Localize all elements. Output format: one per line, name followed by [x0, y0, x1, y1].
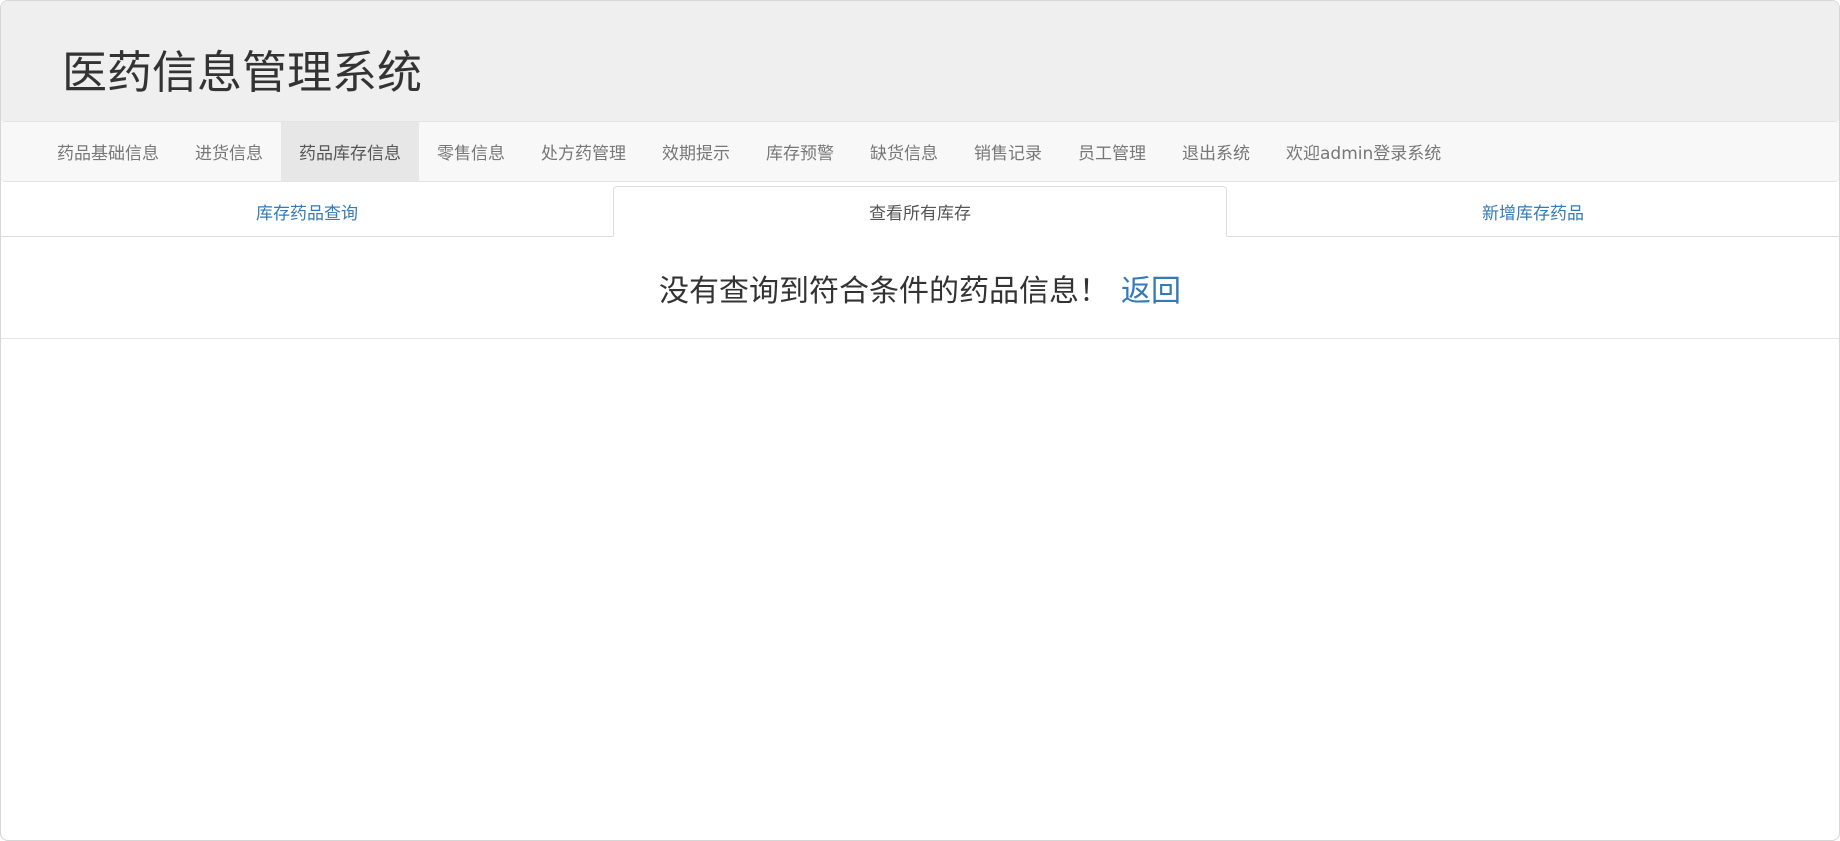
- tab-view-all-stock[interactable]: 查看所有库存: [613, 186, 1227, 237]
- nav-item-drug-stock-info[interactable]: 药品库存信息: [281, 122, 419, 181]
- header-banner: 医药信息管理系统: [1, 1, 1839, 121]
- nav-item-stock-warning[interactable]: 库存预警: [748, 122, 852, 181]
- nav-item-retail-info[interactable]: 零售信息: [419, 122, 523, 181]
- nav-item-purchase-info[interactable]: 进货信息: [177, 122, 281, 181]
- nav-item-out-of-stock[interactable]: 缺货信息: [852, 122, 956, 181]
- tab-add-stock-drug[interactable]: 新增库存药品: [1227, 186, 1839, 236]
- nav-list: 药品基础信息 进货信息 药品库存信息 零售信息 处方药管理 效期提示 库存预警 …: [1, 122, 1839, 181]
- nav-item-drug-basic-info[interactable]: 药品基础信息: [39, 122, 177, 181]
- nav-item-expiry-reminder[interactable]: 效期提示: [644, 122, 748, 181]
- nav-item-prescription-management[interactable]: 处方药管理: [523, 122, 644, 181]
- page-title: 医药信息管理系统: [62, 46, 423, 99]
- no-result-message: 没有查询到符合条件的药品信息！: [659, 273, 1109, 309]
- main-navbar: 药品基础信息 进货信息 药品库存信息 零售信息 处方药管理 效期提示 库存预警 …: [1, 121, 1839, 182]
- back-link[interactable]: 返回: [1121, 266, 1181, 310]
- nav-item-employee-management[interactable]: 员工管理: [1060, 122, 1164, 181]
- no-result-message-row: 没有查询到符合条件的药品信息！ 返回: [1, 237, 1839, 339]
- tab-stock-drug-query[interactable]: 库存药品查询: [1, 186, 613, 236]
- nav-item-sales-records[interactable]: 销售记录: [956, 122, 1060, 181]
- sub-tabs: 库存药品查询 查看所有库存 新增库存药品: [1, 186, 1839, 237]
- nav-item-welcome-user[interactable]: 欢迎admin登录系统: [1268, 122, 1459, 181]
- nav-item-logout[interactable]: 退出系统: [1164, 122, 1268, 181]
- app-page: 医药信息管理系统 药品基础信息 进货信息 药品库存信息 零售信息 处方药管理 效…: [0, 0, 1840, 841]
